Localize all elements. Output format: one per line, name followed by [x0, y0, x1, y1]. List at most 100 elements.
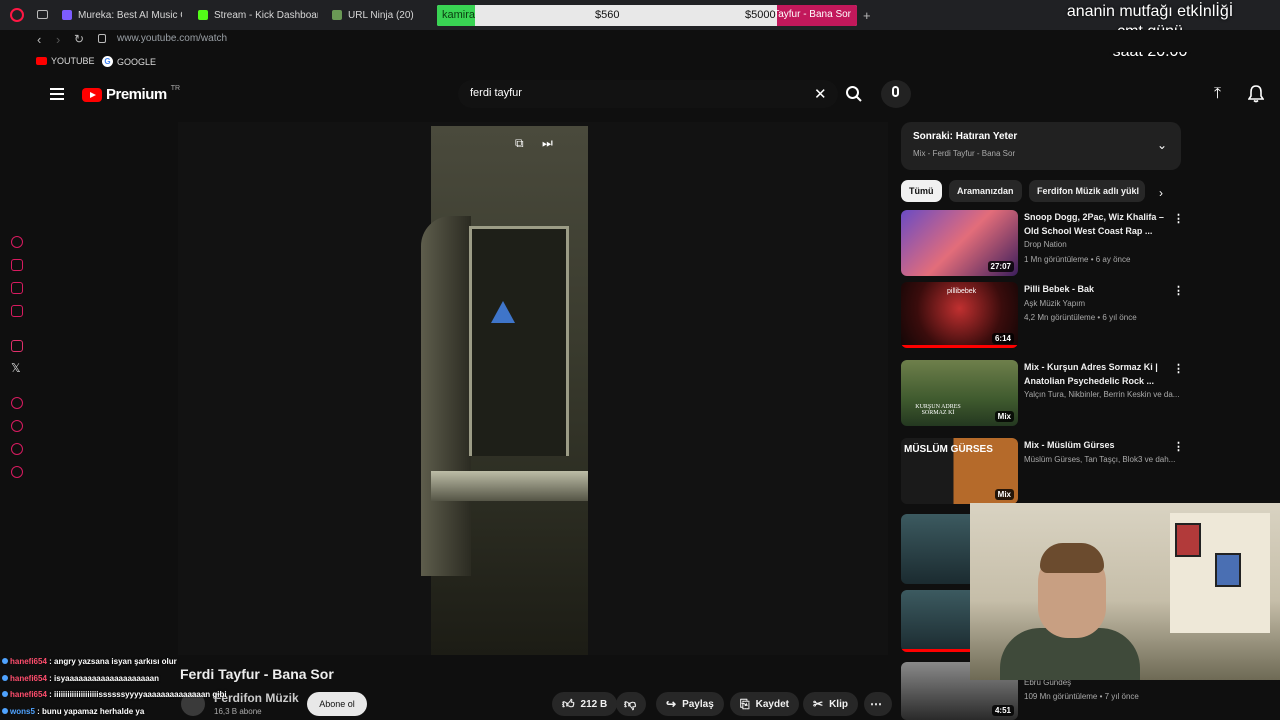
tab-kick-dashboard[interactable]: Stream - Kick Dashboard — [198, 4, 318, 26]
more-vert-icon[interactable]: ⋮ — [1173, 212, 1184, 225]
x-twitter-icon[interactable]: 𝕏 — [11, 362, 23, 374]
active-tab-label: Tayfur - Bana Sor — [773, 9, 851, 20]
goal-label: kamira — [442, 9, 476, 21]
video-frame-light — [491, 301, 515, 323]
like-button[interactable]: 👍︎ 212 B — [552, 692, 618, 716]
instagram-icon[interactable] — [11, 340, 23, 352]
recommendation-item[interactable]: 27:07 Snoop Dogg, 2Pac, Wiz Khalifa – Ol… — [901, 210, 1184, 278]
more-vert-icon[interactable]: ⋮ — [1173, 362, 1184, 375]
recommendation-item[interactable]: pillibebek 6:14 Pilli Bebek - Bak Aşk Mü… — [901, 282, 1184, 350]
watch-progress — [901, 345, 1018, 348]
chat-username: hanefi654 — [10, 673, 47, 683]
notifications-icon[interactable] — [1248, 85, 1264, 103]
settings-icon[interactable] — [11, 466, 23, 478]
like-count: 212 B — [580, 698, 608, 710]
miniplayer-icon[interactable]: ⧉ — [515, 136, 524, 151]
clock-icon[interactable] — [11, 420, 23, 432]
chat-text: : iiiiiiiiiiiiiiiiiiiissssssyyyyaaaaaaaa… — [49, 690, 227, 699]
up-next-subtitle: Mix - Ferdi Tayfur - Bana Sor — [913, 149, 1016, 158]
forward-icon[interactable]: › — [56, 32, 60, 47]
tab-url-ninja[interactable]: URL Ninja (20) — [332, 4, 432, 26]
chevron-down-icon[interactable]: ⌄ — [1157, 138, 1167, 152]
chevron-right-icon[interactable]: › — [1159, 186, 1163, 200]
video-thumbnail[interactable]: KURŞUN ADRES SORMAZ Kİ Mix — [901, 360, 1018, 426]
rec-channel: Müslüm Gürses, Tan Taşçı, Blok3 ve dah..… — [1024, 455, 1176, 464]
upload-icon[interactable]: ⤒ — [1214, 85, 1221, 103]
scissors-icon: ✂ — [813, 697, 824, 711]
chip-channel-uploads[interactable]: Ferdifon Müzik adlı yükl — [1029, 180, 1145, 202]
tab-label: URL Ninja (20) — [348, 9, 414, 21]
back-icon[interactable]: ‹ — [37, 32, 41, 47]
save-label: Kaydet — [755, 698, 789, 710]
rec-channel: Aşk Müzik Yapım — [1024, 299, 1086, 308]
chat-username: hanefi654 — [10, 690, 47, 699]
share-button[interactable]: ↪ Paylaş — [656, 692, 724, 716]
chat-text: : angry yazsana isyan şarkısı olur — [49, 657, 177, 666]
search-input[interactable]: ferdi tayfur — [470, 87, 522, 99]
streamer-app-icon[interactable] — [11, 397, 23, 409]
recommendation-item[interactable]: KURŞUN ADRES SORMAZ Kİ Mix Mix - Kurşun … — [901, 360, 1184, 428]
chat-badge-icon — [2, 707, 8, 714]
clip-label: Klip — [829, 698, 848, 710]
more-vert-icon[interactable]: ⋮ — [1173, 440, 1184, 453]
streamer-hair — [1040, 543, 1104, 573]
google-icon: G — [102, 56, 113, 67]
more-icon: ⋯ — [870, 697, 882, 711]
streamer-app-icon[interactable] — [11, 259, 23, 271]
rec-title[interactable]: Mix - Kurşun Adres Sormaz Ki | Anatolian… — [1024, 360, 1166, 388]
rec-title[interactable]: Pilli Bebek - Bak — [1024, 282, 1166, 296]
chip-from-search[interactable]: Aramanızdan — [949, 180, 1022, 202]
next-video-icon[interactable]: ⏭ — [542, 136, 553, 151]
chat-text: : bunu yapamaz herhalde ya — [37, 706, 145, 716]
chat-username: wons5 — [10, 706, 35, 716]
search-icon[interactable] — [845, 85, 863, 103]
youtube-logo[interactable]: Premium TR — [82, 85, 181, 103]
chat-text: : isyaaaaaaaaaaaaaaaaaaaan — [49, 673, 160, 683]
tab-mureka[interactable]: Mureka: Best AI Music Ge — [62, 4, 182, 26]
clear-search-icon[interactable]: ✕ — [814, 85, 827, 103]
streamer-app-icon[interactable] — [11, 305, 23, 317]
tab-label: Stream - Kick Dashboard — [214, 9, 318, 21]
up-next-panel[interactable] — [901, 122, 1181, 170]
rec-meta: 4,2 Mn görüntüleme • 6 yıl önce — [1024, 313, 1137, 322]
chat-bubble-icon[interactable] — [11, 443, 23, 455]
clip-button[interactable]: ✂ Klip — [803, 692, 858, 716]
video-thumbnail[interactable]: MÜSLÜM GÜRSES Mix — [901, 438, 1018, 504]
voice-search-button[interactable] — [881, 80, 911, 108]
duration-badge: 4:51 — [991, 705, 1014, 716]
recommendation-item[interactable]: MÜSLÜM GÜRSES Mix Mix - Müslüm Gürses Mü… — [901, 438, 1184, 506]
rec-title[interactable]: Snoop Dogg, 2Pac, Wiz Khalifa – Old Scho… — [1024, 210, 1166, 238]
video-frame-door — [469, 226, 569, 456]
url-field[interactable]: www.youtube.com/watch — [117, 33, 227, 44]
mix-badge: Mix — [994, 411, 1014, 422]
chip-all[interactable]: Tümü — [901, 180, 942, 202]
chat-username: hanefi654 — [10, 657, 47, 666]
streamer-app-icon[interactable] — [11, 236, 23, 248]
reload-icon[interactable]: ↻ — [74, 32, 84, 46]
youtube-play-icon — [82, 87, 102, 102]
browser-logo-icon[interactable] — [10, 8, 24, 22]
more-vert-icon[interactable]: ⋮ — [1173, 284, 1184, 297]
video-player[interactable] — [178, 122, 888, 655]
logo-region: TR — [170, 85, 181, 92]
chat-badge-icon — [2, 658, 8, 664]
new-tab-button[interactable]: + — [863, 8, 871, 23]
video-frame-floor — [431, 471, 588, 501]
rec-title[interactable]: Mix - Müslüm Gürses — [1024, 438, 1166, 452]
more-actions-button[interactable]: ⋯ — [864, 692, 892, 716]
youtube-icon — [36, 57, 47, 65]
webcam-poster — [1215, 553, 1241, 587]
video-thumbnail[interactable]: 27:07 — [901, 210, 1018, 276]
streamer-app-icon[interactable] — [11, 282, 23, 294]
stream-chat: hanefi654 : angry yazsana isyan şarkısı … — [2, 654, 322, 720]
mureka-favicon-icon — [62, 10, 72, 20]
dislike-button[interactable]: 👎︎ — [616, 692, 646, 716]
bookmark-youtube[interactable]: YOUTUBE — [36, 56, 95, 66]
chat-message: hanefi654 : iiiiiiiiiiiiiiiiiiiissssssyy… — [2, 687, 322, 704]
mic-icon — [892, 86, 899, 97]
video-thumbnail[interactable]: pillibebek 6:14 — [901, 282, 1018, 348]
tab-list-icon[interactable] — [37, 10, 48, 19]
bookmark-google[interactable]: G GOOGLE — [102, 56, 156, 67]
save-button[interactable]: ⎘ Kaydet — [730, 692, 799, 716]
menu-icon[interactable] — [50, 88, 64, 103]
